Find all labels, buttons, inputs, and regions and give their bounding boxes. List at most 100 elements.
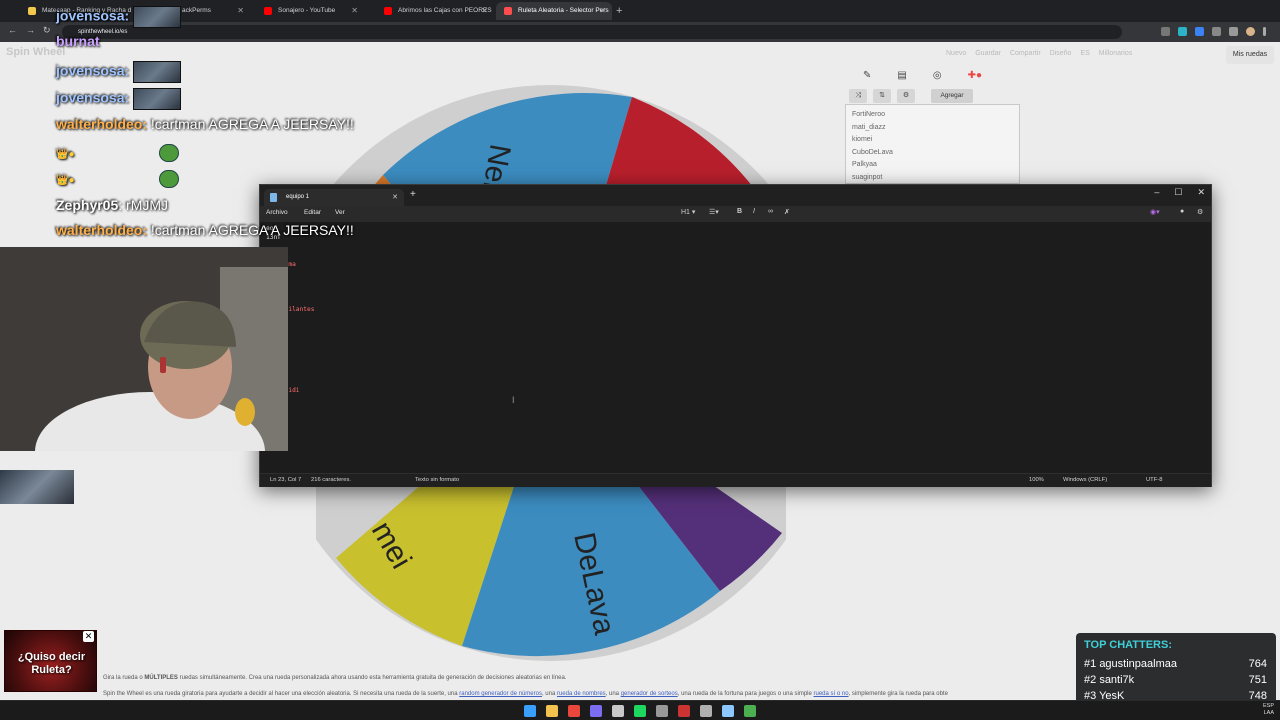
menu-icon[interactable] (1263, 27, 1266, 36)
desc-link[interactable]: rueda de nombres (557, 691, 606, 697)
forward-icon[interactable]: → (26, 25, 35, 35)
badge-icon: 👑● (56, 149, 78, 160)
notepad-text-area[interactable]: eq13nfoinpaalmao 2stouxiasqadevigilantes… (260, 222, 1211, 473)
minimize-icon[interactable]: – (1154, 187, 1159, 198)
webcam-overlay (0, 247, 288, 451)
discord-icon[interactable] (590, 705, 602, 717)
color-wheel-icon[interactable]: ✚● (968, 70, 982, 81)
link-icon[interactable]: ∞ (768, 208, 773, 215)
obs-icon[interactable] (700, 705, 712, 717)
back-icon[interactable]: ← (8, 25, 17, 35)
window-controls: – ☐ ✕ (1154, 187, 1205, 198)
steam-icon[interactable] (612, 705, 624, 717)
settings-icon[interactable]: ⚙ (897, 89, 915, 103)
chatter-row: #2 santi7k 751 (1084, 674, 1267, 686)
entry-item: CuboDeLava (852, 148, 893, 156)
desc-text: Spin the Wheel es una rueda giratoria pa… (103, 691, 460, 697)
heading-dropdown[interactable]: H1 ▾ (681, 208, 695, 216)
desc-link[interactable]: generador de sorteos (621, 691, 678, 697)
desc-link[interactable]: rueda sí o no (814, 691, 849, 697)
profile-icon[interactable] (1246, 27, 1255, 36)
close-tab-icon[interactable]: ✕ (392, 189, 398, 206)
site-description: Gira la rueda o MÚLTIPLES ruedas simultá… (103, 670, 1083, 702)
clear-format-icon[interactable]: ✗ (784, 208, 790, 216)
spotify-icon[interactable] (634, 705, 646, 717)
notepad-tab[interactable]: equipo 1 ✕ (264, 189, 404, 206)
zoom-level[interactable]: 100% (1029, 477, 1044, 483)
nav-account[interactable]: Millonarios (1099, 50, 1132, 57)
chatter-count: 751 (1248, 674, 1267, 686)
extension-icon[interactable] (1178, 27, 1187, 36)
address-bar[interactable]: spinthewheel.io/es (62, 25, 1122, 39)
nav-design[interactable]: Diseño (1050, 50, 1072, 57)
app-icon[interactable] (678, 705, 690, 717)
chatter-name: santi7k (1099, 674, 1135, 686)
my-wheels-button[interactable]: Mis ruedas (1226, 46, 1274, 64)
chat-message: jovensosa: (56, 88, 182, 110)
reload-icon[interactable]: ↻ (43, 25, 51, 36)
chat-message: Zephyr05: rMJMJ (56, 197, 168, 213)
chat-text: !cartman AGREGA A JEERSAY!! (147, 222, 354, 238)
chat-username: jovensosa: (56, 89, 130, 106)
close-icon[interactable]: ✕ (481, 2, 488, 20)
desc-bold: MÚLTIPLES (144, 675, 178, 681)
nav-save[interactable]: Guardar (975, 50, 1001, 57)
extension-icon[interactable] (1212, 27, 1221, 36)
chat-message: walterholdeo: !cartman AGREGA A JEERSAY!… (56, 222, 354, 238)
add-entry-button[interactable]: Agregar (931, 89, 973, 103)
menu-edit[interactable]: Editar (304, 209, 321, 216)
encoding[interactable]: UTF-8 (1146, 477, 1162, 483)
desc-link[interactable]: random generador de números (459, 691, 542, 697)
browser-tab[interactable]: Abrimos las Cajas con PEORES ✕ (376, 2, 494, 20)
shuffle-icon[interactable]: ⤨ (849, 89, 867, 103)
extension-icon[interactable] (1195, 27, 1204, 36)
clipboard-icon[interactable]: ▤ (897, 70, 906, 81)
chat-username: burnat (56, 33, 100, 49)
promo-text: ¿Quiso decir Ruleta? (17, 651, 86, 676)
app-icon[interactable] (656, 705, 668, 717)
nav-share[interactable]: Compartir (1010, 50, 1041, 57)
maximize-icon[interactable]: ☐ (1174, 187, 1182, 198)
desc-text: , una (605, 691, 621, 697)
settings-icon[interactable]: ⚙ (1197, 208, 1203, 216)
browser-tab-active[interactable]: Ruleta Aleatoria - Selector Pers ✕ (496, 2, 612, 20)
windows-icon[interactable] (524, 705, 536, 717)
chatter-count: 764 (1248, 658, 1267, 670)
close-icon[interactable]: ✕ (83, 631, 94, 642)
extension-icon[interactable] (1229, 27, 1238, 36)
chrome-icon[interactable] (568, 705, 580, 717)
pepe-emote-icon (159, 144, 180, 163)
close-icon[interactable]: ✕ (599, 2, 606, 20)
italic-icon[interactable]: I (753, 208, 755, 215)
promo-overlay: ¿Quiso decir Ruleta? ✕ (4, 630, 97, 692)
nav-new[interactable]: Nuevo (946, 50, 966, 57)
new-tab-button[interactable]: + (616, 2, 622, 20)
youtube-icon (384, 7, 392, 15)
screen: Matecaap - Ranking y Racha d ✕ ackPerms S… (0, 0, 1280, 720)
entry-item: Palkyaa (852, 161, 877, 168)
close-icon[interactable]: ✕ (1197, 187, 1205, 198)
new-tab-button[interactable]: + (410, 189, 416, 200)
entries-list[interactable]: FortiNeroo mati_diazz kiomei CuboDeLava … (845, 104, 1020, 184)
sort-icon[interactable]: ⇅ (873, 89, 891, 103)
notepad-titlebar[interactable]: equipo 1 ✕ + – ☐ ✕ (260, 185, 1211, 206)
streamer-webcam (0, 247, 288, 451)
entry-item: kiomei (852, 136, 873, 143)
account-icon[interactable]: ● (1180, 208, 1184, 215)
list-icon[interactable]: ☰▾ (709, 208, 719, 216)
menu-file[interactable]: Archivo (266, 209, 288, 216)
pencil-icon[interactable]: ✎ (863, 70, 871, 81)
nav-language[interactable]: ES (1080, 50, 1089, 57)
eye-off-icon[interactable]: ◎ (933, 70, 942, 81)
star-icon[interactable] (1161, 27, 1170, 36)
explorer-icon[interactable] (546, 705, 558, 717)
menu-view[interactable]: Ver (335, 209, 345, 216)
browser-tab[interactable]: Sonajero - YouTube ✕ (256, 2, 364, 20)
close-icon[interactable]: ✕ (351, 2, 358, 20)
line-ending[interactable]: Windows (CRLF) (1063, 477, 1107, 483)
notepad-icon[interactable] (722, 705, 734, 717)
chat-username: jovensosa: (56, 7, 130, 24)
bold-icon[interactable]: B (737, 208, 742, 215)
app-icon[interactable] (744, 705, 756, 717)
copilot-icon[interactable]: ◉▾ (1150, 208, 1160, 216)
